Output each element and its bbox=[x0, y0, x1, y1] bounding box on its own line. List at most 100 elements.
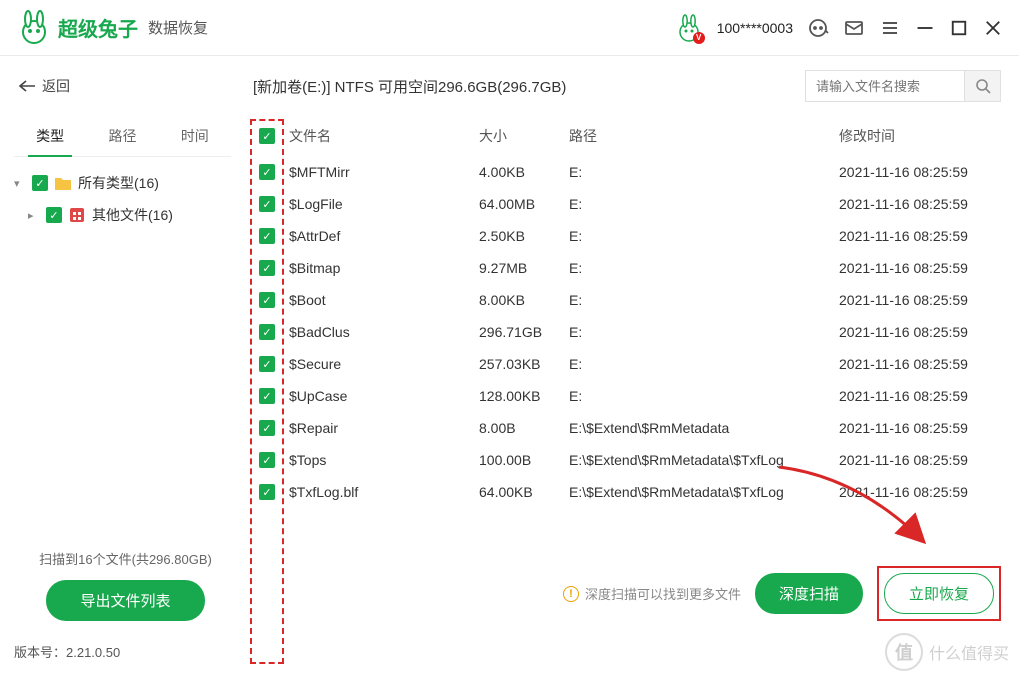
export-list-button[interactable]: 导出文件列表 bbox=[46, 580, 204, 621]
cell-path: E:\$Extend\$RmMetadata\$TxfLog bbox=[569, 452, 839, 468]
version-label: 版本号：2.21.0.50 bbox=[14, 642, 120, 661]
col-header-name[interactable]: 文件名 bbox=[289, 126, 479, 146]
cell-name: $BadClus bbox=[289, 324, 479, 340]
brand-sub: 数据恢复 bbox=[148, 17, 208, 38]
menu-icon[interactable] bbox=[879, 17, 901, 39]
table-row[interactable]: ✓ $Boot 8.00KB E: 2021-11-16 08:25:59 bbox=[245, 284, 1011, 316]
checkbox-all[interactable]: ✓ bbox=[32, 175, 48, 191]
close-button[interactable] bbox=[983, 18, 1003, 38]
table-row[interactable]: ✓ $BadClus 296.71GB E: 2021-11-16 08:25:… bbox=[245, 316, 1011, 348]
cell-name: $Tops bbox=[289, 452, 479, 468]
cell-size: 2.50KB bbox=[479, 228, 569, 244]
row-checkbox[interactable]: ✓ bbox=[259, 164, 275, 180]
folder-icon bbox=[54, 175, 72, 191]
filter-tabs: 类型 路径 时间 bbox=[14, 116, 231, 157]
minimize-button[interactable] bbox=[915, 18, 935, 38]
col-header-path[interactable]: 路径 bbox=[569, 126, 839, 146]
search-input[interactable] bbox=[805, 70, 965, 102]
cell-mtime: 2021-11-16 08:25:59 bbox=[839, 324, 997, 340]
deep-scan-hint: ! 深度扫描可以找到更多文件 bbox=[563, 584, 741, 603]
back-label: 返回 bbox=[42, 76, 70, 96]
app-logo: 超级兔子 数据恢复 bbox=[16, 10, 208, 46]
cell-mtime: 2021-11-16 08:25:59 bbox=[839, 452, 997, 468]
sidebar: 类型 路径 时间 ▾ ✓ 所有类型(16) ▸ ✓ 其他文件(16) bbox=[0, 116, 245, 616]
file-type-icon bbox=[68, 207, 86, 223]
cell-name: $LogFile bbox=[289, 196, 479, 212]
tab-time[interactable]: 时间 bbox=[159, 116, 231, 156]
cell-name: $AttrDef bbox=[289, 228, 479, 244]
cell-mtime: 2021-11-16 08:25:59 bbox=[839, 196, 997, 212]
rabbit-icon bbox=[16, 10, 52, 46]
cell-path: E: bbox=[569, 388, 839, 404]
cell-name: $TxfLog.blf bbox=[289, 484, 479, 500]
back-button[interactable]: 返回 bbox=[18, 76, 233, 96]
search-button[interactable] bbox=[965, 70, 1001, 102]
row-checkbox[interactable]: ✓ bbox=[259, 356, 275, 372]
table-row[interactable]: ✓ $TxfLog.blf 64.00KB E:\$Extend\$RmMeta… bbox=[245, 476, 1011, 508]
cell-name: $Secure bbox=[289, 356, 479, 372]
row-checkbox[interactable]: ✓ bbox=[259, 292, 275, 308]
table-header: ✓ 文件名 大小 路径 修改时间 bbox=[245, 116, 1011, 156]
row-checkbox[interactable]: ✓ bbox=[259, 196, 275, 212]
row-checkbox[interactable]: ✓ bbox=[259, 228, 275, 244]
brand-name: 超级兔子 bbox=[58, 13, 138, 42]
cell-path: E:\$Extend\$RmMetadata\$TxfLog bbox=[569, 484, 839, 500]
row-checkbox[interactable]: ✓ bbox=[259, 260, 275, 276]
feedback-icon[interactable] bbox=[843, 17, 865, 39]
watermark-text: 什么值得买 bbox=[929, 640, 1009, 664]
checkbox-other[interactable]: ✓ bbox=[46, 207, 62, 223]
cell-path: E: bbox=[569, 228, 839, 244]
search-box bbox=[805, 70, 1001, 102]
tab-path[interactable]: 路径 bbox=[86, 116, 158, 156]
cell-size: 4.00KB bbox=[479, 164, 569, 180]
cell-mtime: 2021-11-16 08:25:59 bbox=[839, 292, 997, 308]
cell-size: 296.71GB bbox=[479, 324, 569, 340]
summary-panel: 扫描到16个文件(共296.80GB) 导出文件列表 bbox=[18, 549, 233, 621]
info-icon: ! bbox=[563, 586, 579, 602]
cell-path: E: bbox=[569, 292, 839, 308]
scan-summary: 扫描到16个文件(共296.80GB) bbox=[18, 549, 233, 568]
cell-name: $MFTMirr bbox=[289, 164, 479, 180]
cell-path: E: bbox=[569, 196, 839, 212]
cell-size: 8.00KB bbox=[479, 292, 569, 308]
cell-mtime: 2021-11-16 08:25:59 bbox=[839, 420, 997, 436]
cell-name: $UpCase bbox=[289, 388, 479, 404]
cell-name: $Boot bbox=[289, 292, 479, 308]
table-row[interactable]: ✓ $Repair 8.00B E:\$Extend\$RmMetadata 2… bbox=[245, 412, 1011, 444]
tree-item-all[interactable]: ▾ ✓ 所有类型(16) bbox=[14, 167, 231, 199]
row-checkbox[interactable]: ✓ bbox=[259, 452, 275, 468]
user-avatar[interactable]: V bbox=[675, 14, 703, 42]
cell-mtime: 2021-11-16 08:25:59 bbox=[839, 228, 997, 244]
table-row[interactable]: ✓ $AttrDef 2.50KB E: 2021-11-16 08:25:59 bbox=[245, 220, 1011, 252]
row-checkbox[interactable]: ✓ bbox=[259, 388, 275, 404]
table-row[interactable]: ✓ $Secure 257.03KB E: 2021-11-16 08:25:5… bbox=[245, 348, 1011, 380]
table-row[interactable]: ✓ $Tops 100.00B E:\$Extend\$RmMetadata\$… bbox=[245, 444, 1011, 476]
vip-badge-icon: V bbox=[693, 32, 705, 44]
table-row[interactable]: ✓ $Bitmap 9.27MB E: 2021-11-16 08:25:59 bbox=[245, 252, 1011, 284]
recover-button[interactable]: 立即恢复 bbox=[884, 573, 994, 614]
tab-type[interactable]: 类型 bbox=[14, 116, 86, 156]
cell-mtime: 2021-11-16 08:25:59 bbox=[839, 388, 997, 404]
action-panel: ! 深度扫描可以找到更多文件 深度扫描 立即恢复 bbox=[563, 566, 1001, 621]
maximize-button[interactable] bbox=[949, 18, 969, 38]
type-tree: ▾ ✓ 所有类型(16) ▸ ✓ 其他文件(16) bbox=[14, 157, 231, 241]
row-checkbox[interactable]: ✓ bbox=[259, 324, 275, 340]
select-all-checkbox[interactable]: ✓ bbox=[259, 128, 275, 144]
deep-scan-button[interactable]: 深度扫描 bbox=[755, 573, 863, 614]
cell-path: E: bbox=[569, 356, 839, 372]
table-row[interactable]: ✓ $MFTMirr 4.00KB E: 2021-11-16 08:25:59 bbox=[245, 156, 1011, 188]
row-checkbox[interactable]: ✓ bbox=[259, 484, 275, 500]
row-checkbox[interactable]: ✓ bbox=[259, 420, 275, 436]
cell-mtime: 2021-11-16 08:25:59 bbox=[839, 356, 997, 372]
col-header-size[interactable]: 大小 bbox=[479, 126, 569, 146]
cell-size: 64.00MB bbox=[479, 196, 569, 212]
service-icon[interactable] bbox=[807, 17, 829, 39]
hint-text: 深度扫描可以找到更多文件 bbox=[585, 584, 741, 603]
col-header-mtime[interactable]: 修改时间 bbox=[839, 126, 997, 146]
tree-label-all: 所有类型(16) bbox=[78, 173, 159, 193]
expand-icon[interactable]: ▸ bbox=[28, 209, 40, 222]
table-row[interactable]: ✓ $LogFile 64.00MB E: 2021-11-16 08:25:5… bbox=[245, 188, 1011, 220]
collapse-icon[interactable]: ▾ bbox=[14, 177, 26, 190]
tree-item-other[interactable]: ▸ ✓ 其他文件(16) bbox=[14, 199, 231, 231]
table-row[interactable]: ✓ $UpCase 128.00KB E: 2021-11-16 08:25:5… bbox=[245, 380, 1011, 412]
